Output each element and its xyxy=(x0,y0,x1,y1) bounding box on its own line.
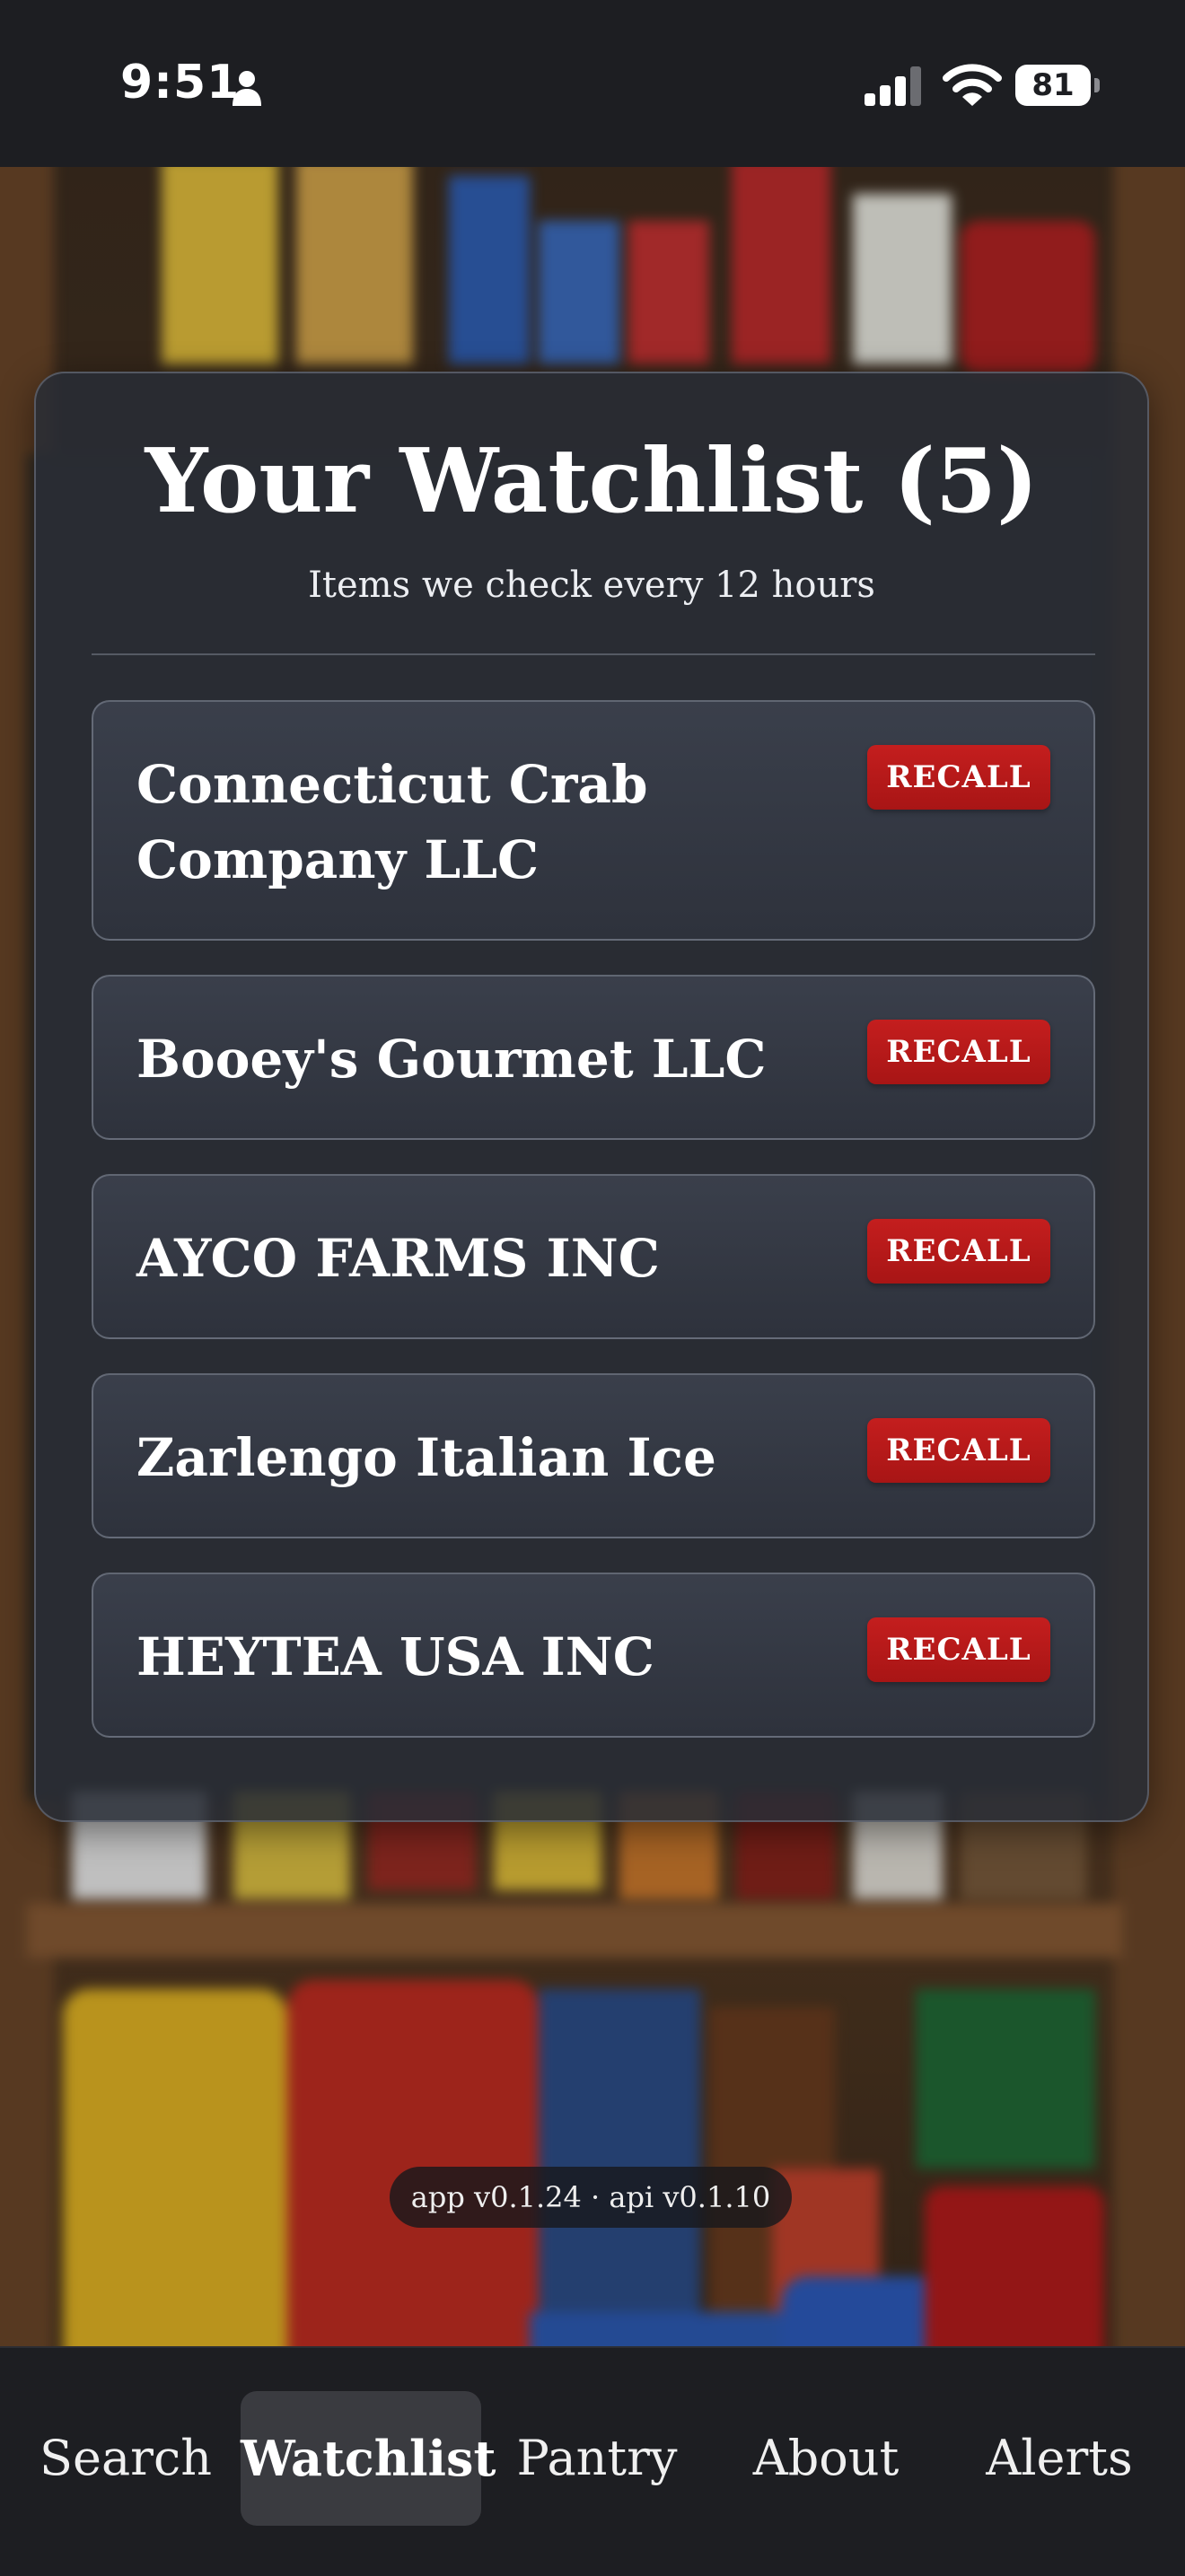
watchlist-item-name: Booey's Gourmet LLC xyxy=(136,1029,767,1090)
page-subtitle: Items we check every 12 hours xyxy=(308,565,875,606)
divider xyxy=(92,653,1095,655)
wifi-icon xyxy=(943,64,1002,106)
signal-icon xyxy=(865,66,921,106)
page-title: Your Watchlist (5) xyxy=(145,430,1039,533)
recall-badge: RECALL xyxy=(867,1219,1050,1284)
recall-badge: RECALL xyxy=(867,1020,1050,1084)
person-icon xyxy=(233,71,261,106)
watchlist-item[interactable]: Connecticut Crab Company LLC RECALL xyxy=(92,700,1095,941)
recall-badge: RECALL xyxy=(867,745,1050,810)
tab-about[interactable]: About xyxy=(736,2391,916,2526)
tab-pantry[interactable]: Pantry xyxy=(503,2391,691,2526)
status-time: 9:51 xyxy=(120,56,241,110)
watchlist-item-name: AYCO FARMS INC xyxy=(136,1228,660,1289)
bottom-tab-bar: Search Watchlist Pantry About Alerts xyxy=(0,2346,1185,2576)
watchlist-item[interactable]: Booey's Gourmet LLC RECALL xyxy=(92,975,1095,1140)
status-bar: 9:51 81 xyxy=(0,0,1185,167)
tab-search[interactable]: Search xyxy=(36,2391,215,2526)
version-label: app v0.1.24 · api v0.1.10 xyxy=(390,2167,792,2228)
watchlist-item[interactable]: Zarlengo Italian Ice RECALL xyxy=(92,1373,1095,1538)
watchlist-item-name: Zarlengo Italian Ice xyxy=(136,1427,716,1488)
watchlist-card: Your Watchlist (5) Items we check every … xyxy=(34,372,1149,1822)
tab-watchlist[interactable]: Watchlist xyxy=(241,2391,496,2526)
tab-alerts[interactable]: Alerts xyxy=(970,2391,1149,2526)
watchlist-item-name: HEYTEA USA INC xyxy=(136,1626,654,1687)
watchlist-item[interactable]: HEYTEA USA INC RECALL xyxy=(92,1573,1095,1738)
recall-badge: RECALL xyxy=(867,1617,1050,1682)
battery-icon: 81 xyxy=(1015,65,1100,106)
watchlist-item[interactable]: AYCO FARMS INC RECALL xyxy=(92,1174,1095,1339)
watchlist-item-name: Connecticut Crab Company LLC xyxy=(136,754,648,890)
recall-badge: RECALL xyxy=(867,1418,1050,1483)
battery-level: 81 xyxy=(1031,67,1075,103)
